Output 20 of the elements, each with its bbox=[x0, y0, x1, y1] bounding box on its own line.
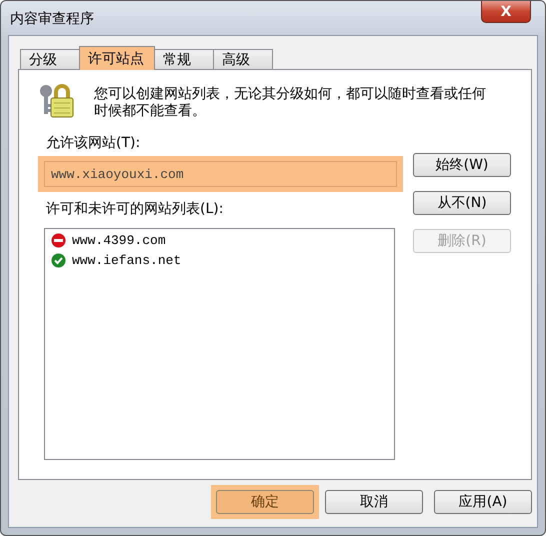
dialog-button[interactable]: 应用(A) bbox=[434, 490, 532, 514]
website-list-item[interactable]: www.4399.com bbox=[72, 233, 166, 248]
website-input-field[interactable]: www.xiaoyouxi.com bbox=[44, 161, 397, 187]
list-label: 许可和未许可的网站列表(L): bbox=[46, 200, 224, 218]
tab[interactable]: 许可站点 bbox=[79, 46, 155, 70]
tab[interactable]: 高级 bbox=[213, 49, 273, 70]
no-entry-icon bbox=[51, 233, 66, 248]
description-text: 您可以创建网站列表，无论其分级如何，都可以随时查看或任何时候都不能查看。 bbox=[94, 86, 487, 120]
close-button[interactable]: X bbox=[481, 1, 531, 23]
action-button[interactable]: 从不(N) bbox=[413, 191, 511, 215]
tab[interactable]: 常规 bbox=[154, 49, 214, 70]
window-title: 内容审查程序 bbox=[10, 10, 94, 28]
website-list-item[interactable]: www.iefans.net bbox=[72, 253, 182, 268]
dialog-button[interactable]: 确定 bbox=[216, 490, 314, 514]
field-label: 允许该网站(T): bbox=[46, 134, 142, 152]
checkmark-icon bbox=[51, 253, 66, 268]
keys-and-lock-icon bbox=[38, 82, 76, 118]
action-button[interactable]: 始终(W) bbox=[413, 153, 511, 177]
dialog-button[interactable]: 取消 bbox=[325, 490, 423, 514]
tab[interactable]: 分级 bbox=[20, 49, 80, 70]
